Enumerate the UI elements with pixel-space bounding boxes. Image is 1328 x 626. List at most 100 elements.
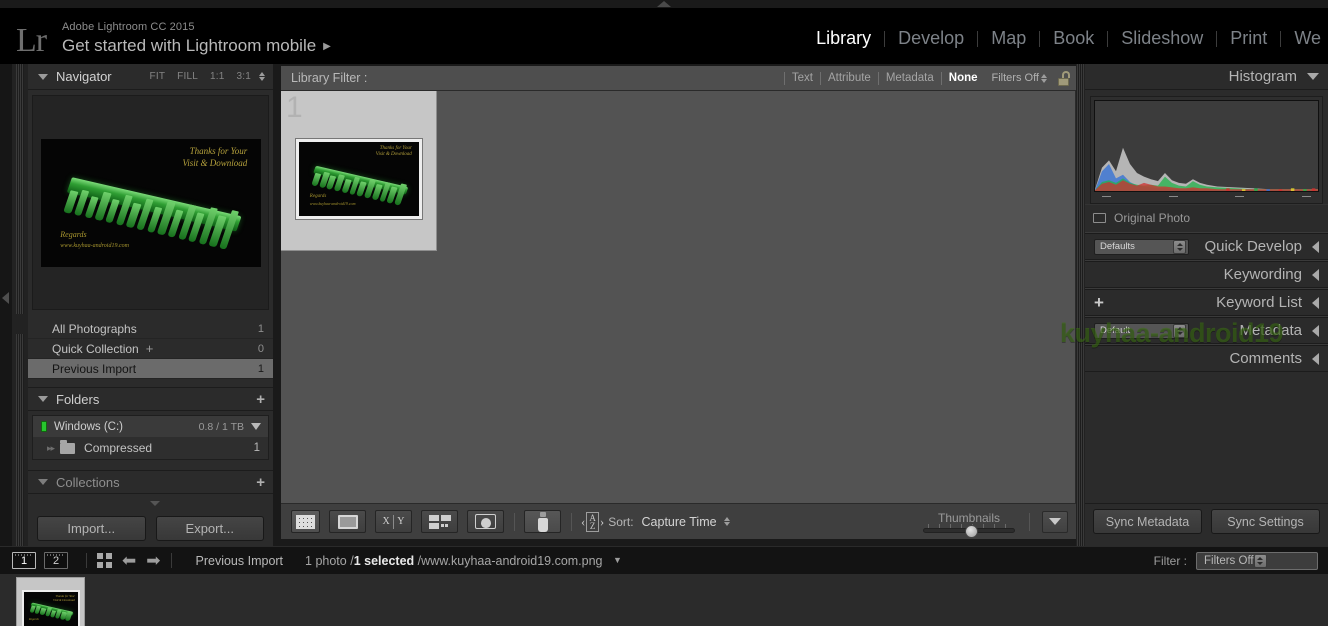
filter-tab-separator [877, 71, 879, 85]
toolbar-options-dropdown[interactable] [1042, 510, 1068, 533]
identity-plate-arrow-icon[interactable]: ▶ [323, 41, 331, 52]
filmstrip-source[interactable]: Previous Import [196, 554, 284, 568]
quick-develop-preset-stepper[interactable] [1173, 239, 1186, 254]
navigator-zoom-1-1[interactable]: 1:1 [204, 71, 231, 82]
section-twisty-keyword-list-icon[interactable] [1312, 296, 1319, 309]
navigator-twisty-icon[interactable] [38, 73, 48, 80]
folder-row-compressed[interactable]: ▸▸ Compressed 1 [33, 437, 268, 459]
grid-cell[interactable]: 1 Thanks for Your Visit & Download Regar… [281, 91, 437, 251]
survey-view-button[interactable] [421, 510, 458, 533]
grid-cell-index: 1 [286, 91, 303, 124]
filter-tab-attribute[interactable]: Attribute [828, 72, 871, 84]
filter-tab-text[interactable]: Text [792, 72, 813, 84]
thumbnails-slider[interactable]: Thumbnails [923, 511, 1015, 538]
sort-stepper[interactable] [723, 517, 730, 526]
section-header-quick-develop[interactable]: Defaults Quick Develop [1085, 234, 1328, 260]
filters-state-control[interactable]: Filters Off [992, 72, 1047, 84]
filter-tab-none[interactable]: None [949, 72, 978, 84]
histogram-plot[interactable] [1094, 100, 1319, 192]
section-header-comments[interactable]: Comments [1085, 346, 1328, 372]
painter-button[interactable] [524, 510, 561, 533]
collections-header[interactable]: Collections + [28, 470, 273, 494]
section-header-metadata[interactable]: Default Metadata [1085, 318, 1328, 344]
filmstrip[interactable]: Thanks for Your Visit & Download Regards [0, 574, 1328, 626]
module-develop[interactable]: Develop [885, 28, 977, 49]
section-twisty-metadata-icon[interactable] [1312, 324, 1319, 337]
filter-stepper[interactable] [1253, 553, 1267, 568]
module-print[interactable]: Print [1217, 28, 1280, 49]
volume-menu-icon[interactable] [251, 423, 261, 430]
filename-dropdown-icon[interactable]: ▼ [613, 555, 622, 565]
left-panel-resize-handle[interactable] [12, 64, 28, 546]
monitor-2-button[interactable]: 2 [44, 552, 68, 569]
right-panel-resize-handle[interactable] [1076, 64, 1085, 546]
histogram-header[interactable]: Histogram [1085, 64, 1328, 90]
navigator-zoom-3-1[interactable]: 3:1 [230, 71, 257, 82]
catalog-row-all-photographs[interactable]: All Photographs 1 [28, 319, 273, 339]
section-left-control: + [1094, 294, 1104, 311]
histogram-twisty-icon[interactable] [1307, 73, 1319, 80]
unlocked-padlock-icon[interactable] [1057, 70, 1070, 86]
module-we[interactable]: We [1281, 28, 1328, 49]
module-book[interactable]: Book [1040, 28, 1107, 49]
navigator-zoom-stepper[interactable] [259, 72, 265, 81]
folders-header[interactable]: Folders + [28, 387, 273, 411]
module-slideshow[interactable]: Slideshow [1108, 28, 1216, 49]
compare-view-button[interactable]: XY [375, 510, 412, 533]
metadata-preset-stepper[interactable] [1173, 323, 1186, 338]
top-panel-toggle[interactable] [655, 0, 673, 8]
navigator-header[interactable]: Navigator FIT FILL 1:1 3:1 [28, 64, 273, 90]
original-photo-row[interactable]: Original Photo [1085, 204, 1328, 232]
grid-view-icon[interactable] [97, 553, 112, 568]
folder-expand-icon[interactable]: ▸▸ [47, 443, 55, 454]
add-folder-icon[interactable]: + [256, 392, 265, 407]
thumbnails-slider-knob[interactable] [964, 524, 978, 538]
module-map[interactable]: Map [978, 28, 1039, 49]
loupe-icon [337, 514, 358, 529]
section-twisty-comments-icon[interactable] [1312, 352, 1319, 365]
collections-twisty-icon[interactable] [38, 479, 48, 485]
filmstrip-thumbnail[interactable]: Thanks for Your Visit & Download Regards [16, 577, 85, 626]
sort-value[interactable]: Capture Time [642, 515, 717, 529]
import-button[interactable]: Import... [37, 515, 146, 541]
navigator-zoom-fit[interactable]: FIT [144, 71, 172, 82]
collapse-left-panel-icon[interactable] [2, 292, 9, 304]
loupe-view-button[interactable] [329, 510, 366, 533]
section-twisty-quick-develop-icon[interactable] [1312, 240, 1319, 253]
volume-row-windows-c[interactable]: Windows (C:) 0.8 / 1 TB [33, 416, 268, 437]
navigator-preview[interactable]: Thanks for Your Visit & Download Regards… [32, 95, 269, 310]
monitor-1-button[interactable]: 1 [12, 552, 36, 569]
section-header-keyword-list[interactable]: + Keyword List [1085, 290, 1328, 316]
app-header: Lr Adobe Lightroom CC 2015 Get started w… [0, 8, 1328, 64]
filter-tab-metadata[interactable]: Metadata [886, 72, 934, 84]
add-collection-icon[interactable]: + [256, 475, 265, 490]
navigator-zoom-fill[interactable]: FILL [171, 71, 204, 82]
metadata-preset-select[interactable]: Default [1094, 322, 1189, 339]
sync-metadata-button[interactable]: Sync Metadata [1093, 509, 1202, 534]
people-view-button[interactable] [467, 510, 504, 533]
identity-plate-text: Get started with Lightroom mobile ▶ [62, 36, 331, 55]
filmstrip-photo-info[interactable]: 1 photo /1 selected /www.kuyhaa-android1… [305, 554, 622, 568]
quick-develop-preset-select[interactable]: Defaults [1094, 238, 1189, 255]
add-keyword-icon[interactable]: + [1094, 294, 1104, 311]
export-button[interactable]: Export... [155, 515, 264, 541]
add-to-quick-collection-icon[interactable]: + [146, 341, 154, 356]
back-arrow-icon[interactable]: ⬅ [122, 552, 136, 569]
catalog-row-previous-import[interactable]: Previous Import 1 [28, 359, 273, 379]
grid-view-area[interactable]: 1 Thanks for Your Visit & Download Regar… [281, 91, 1076, 503]
sync-settings-button[interactable]: Sync Settings [1211, 509, 1320, 534]
identity-plate[interactable]: Adobe Lightroom CC 2015 Get started with… [62, 20, 331, 58]
grid-view-button[interactable] [291, 510, 320, 533]
module-library[interactable]: Library [803, 28, 884, 49]
a-z-sort-icon[interactable]: ‹ A Z › [581, 511, 604, 532]
grid-cell-thumbnail[interactable]: Thanks for Your Visit & Download Regards [295, 138, 423, 220]
thumbnails-slider-track[interactable] [923, 523, 1015, 538]
folders-twisty-icon[interactable] [38, 396, 48, 402]
section-twisty-keywording-icon[interactable] [1312, 268, 1319, 281]
catalog-row-quick-collection[interactable]: Quick Collection +0 [28, 339, 273, 359]
filter-select[interactable]: Filters Off [1196, 551, 1318, 570]
left-panel-scroll-arrow-icon[interactable] [150, 501, 160, 506]
section-header-keywording[interactable]: Keywording [1085, 262, 1328, 288]
filters-state-stepper[interactable] [1041, 73, 1047, 83]
forward-arrow-icon[interactable]: ➡ [146, 552, 160, 569]
